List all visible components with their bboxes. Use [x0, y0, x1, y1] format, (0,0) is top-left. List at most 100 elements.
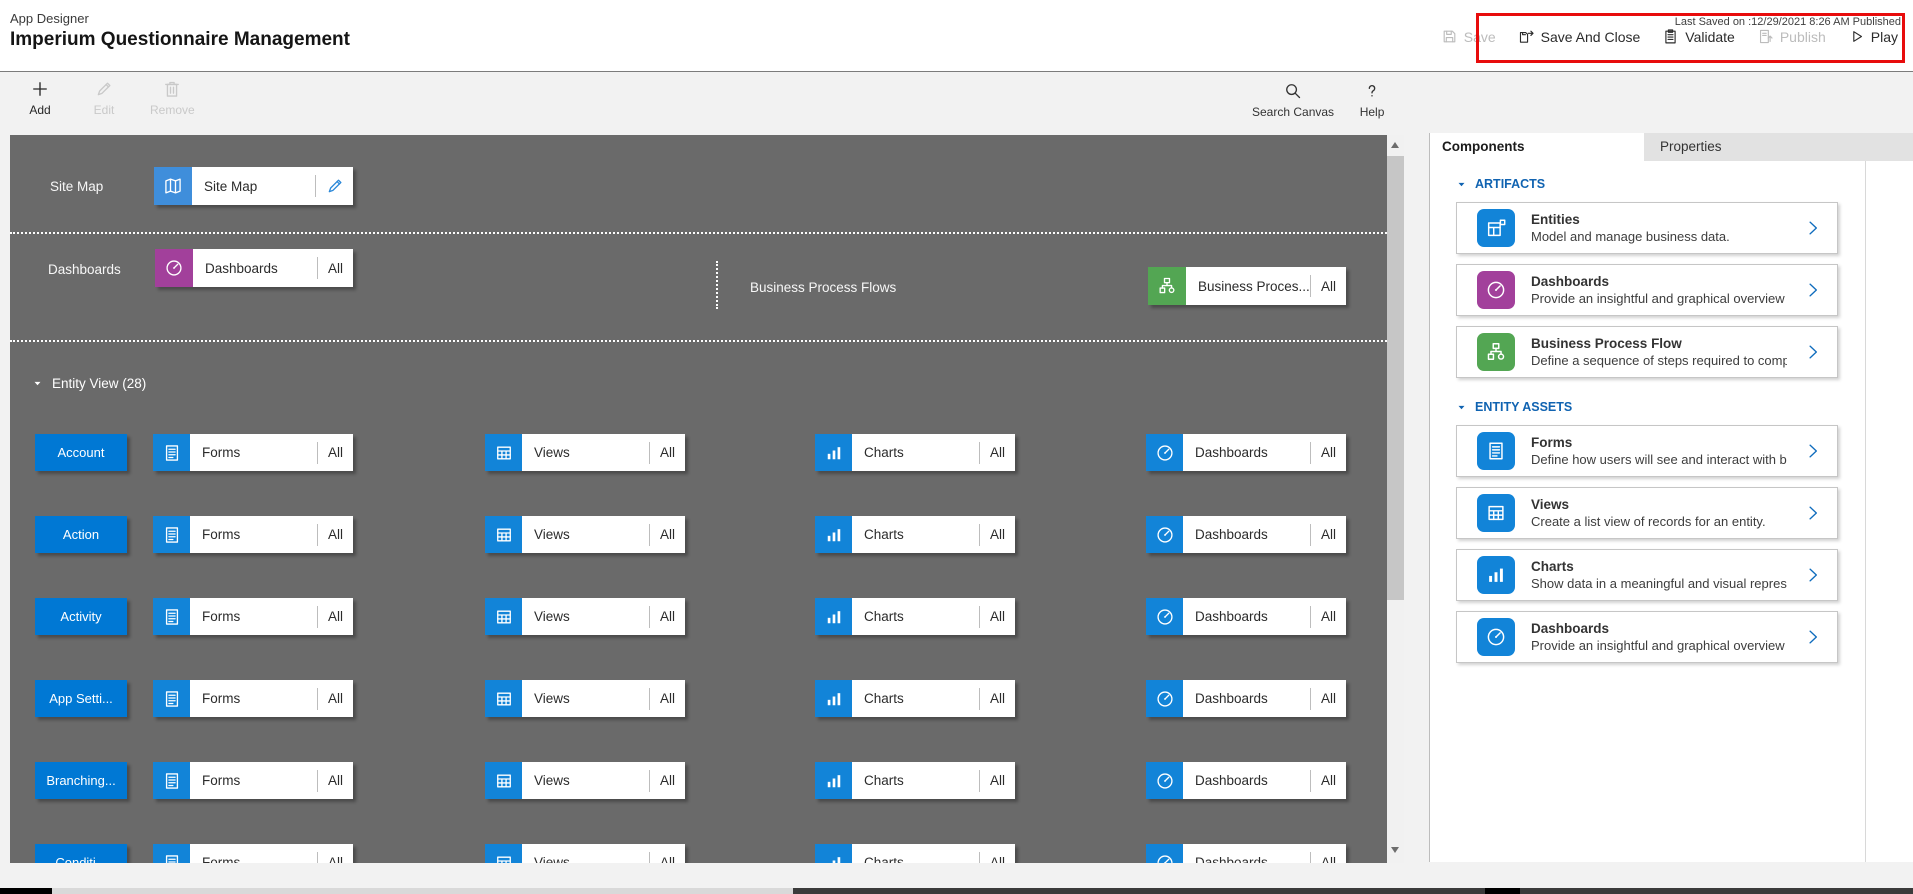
tile-charts[interactable]: Charts All [815, 762, 1015, 799]
tile-all-button[interactable]: All [650, 527, 685, 542]
tile-views[interactable]: Views All [485, 434, 685, 471]
dashboards-all-button[interactable]: All [318, 261, 353, 276]
section-title: ENTITY ASSETS [1475, 400, 1572, 414]
tile-dashboards[interactable]: Dashboards All [1146, 434, 1346, 471]
scroll-down-arrow[interactable] [1391, 847, 1399, 853]
panel-scrollbar[interactable] [1865, 161, 1866, 862]
tile-views[interactable]: Views All [485, 762, 685, 799]
tile-forms[interactable]: Forms All [153, 516, 353, 553]
entity-view-header[interactable]: Entity View (28) [32, 376, 146, 391]
entity-button-account[interactable]: Account [35, 434, 127, 471]
table-grid-icon [485, 434, 522, 471]
dashboards-tile[interactable]: Dashboards All [155, 249, 353, 287]
tile-all-button[interactable]: All [650, 609, 685, 624]
card-description: Create a list view of records for an ent… [1531, 514, 1766, 529]
tile-dashboards[interactable]: Dashboards All [1146, 598, 1346, 635]
entity-row: Account Forms All Views All Charts All D… [10, 434, 1387, 471]
help-button[interactable]: Help [1354, 81, 1390, 119]
tile-charts[interactable]: Charts All [815, 680, 1015, 717]
tile-all-button[interactable]: All [980, 855, 1015, 863]
tile-all-button[interactable]: All [318, 609, 353, 624]
tile-all-button[interactable]: All [1311, 855, 1346, 863]
tile-charts[interactable]: Charts All [815, 598, 1015, 635]
tile-dashboards[interactable]: Dashboards All [1146, 680, 1346, 717]
bpf-all-button[interactable]: All [1311, 279, 1346, 294]
pencil-icon [325, 176, 345, 196]
site-map-tile[interactable]: Site Map [154, 167, 353, 205]
tile-views[interactable]: Views All [485, 516, 685, 553]
tile-all-button[interactable]: All [318, 691, 353, 706]
edit-site-map-button[interactable] [316, 167, 353, 205]
tile-all-button[interactable]: All [1311, 691, 1346, 706]
tile-forms[interactable]: Forms All [153, 844, 353, 863]
chevron-right-icon [1803, 342, 1823, 362]
component-card-views[interactable]: Views Create a list view of records for … [1456, 487, 1838, 539]
tile-all-button[interactable]: All [318, 773, 353, 788]
tile-label: Forms [190, 691, 317, 706]
tile-all-button[interactable]: All [650, 773, 685, 788]
tab-properties[interactable]: Properties [1644, 133, 1913, 161]
tile-dashboards[interactable]: Dashboards All [1146, 844, 1346, 863]
tile-all-button[interactable]: All [650, 691, 685, 706]
tab-components[interactable]: Components [1430, 133, 1644, 161]
component-card-entities[interactable]: Entities Model and manage business data. [1456, 202, 1838, 254]
component-card-forms[interactable]: Forms Define how users will see and inte… [1456, 425, 1838, 477]
section-header-artifacts[interactable]: ARTIFACTS [1456, 177, 1913, 191]
tile-all-button[interactable]: All [650, 855, 685, 863]
section-header-entity-assets[interactable]: ENTITY ASSETS [1456, 400, 1913, 414]
tile-label: Dashboards [1183, 445, 1310, 460]
tile-forms[interactable]: Forms All [153, 680, 353, 717]
tile-views[interactable]: Views All [485, 598, 685, 635]
save-and-close-button[interactable]: Save And Close [1518, 28, 1641, 45]
tile-all-button[interactable]: All [980, 445, 1015, 460]
form-icon [153, 680, 190, 717]
tile-charts[interactable]: Charts All [815, 844, 1015, 863]
component-card-dashboards-assets[interactable]: Dashboards Provide an insightful and gra… [1456, 611, 1838, 663]
entity-button-action[interactable]: Action [35, 516, 127, 553]
entity-button-activity[interactable]: Activity [35, 598, 127, 635]
component-card-dashboards[interactable]: Dashboards Provide an insightful and gra… [1456, 264, 1838, 316]
tile-label: Dashboards [1183, 773, 1310, 788]
dashboard-gauge-icon [1146, 598, 1183, 635]
tile-all-button[interactable]: All [980, 691, 1015, 706]
tile-all-button[interactable]: All [650, 445, 685, 460]
tile-all-button[interactable]: All [1311, 609, 1346, 624]
add-button[interactable]: Add [22, 79, 58, 117]
tile-dashboards[interactable]: Dashboards All [1146, 762, 1346, 799]
tile-forms[interactable]: Forms All [153, 762, 353, 799]
tile-forms[interactable]: Forms All [153, 598, 353, 635]
tile-all-button[interactable]: All [1311, 445, 1346, 460]
tile-all-button[interactable]: All [980, 527, 1015, 542]
tile-charts[interactable]: Charts All [815, 516, 1015, 553]
tile-all-button[interactable]: All [1311, 527, 1346, 542]
scroll-up-arrow[interactable] [1391, 142, 1399, 148]
entity-button-app-setti-[interactable]: App Setti... [35, 680, 127, 717]
tile-dashboards[interactable]: Dashboards All [1146, 516, 1346, 553]
play-button[interactable]: Play [1848, 28, 1898, 45]
bottom-scrollbar-track[interactable] [0, 888, 1913, 894]
validate-icon [1662, 28, 1679, 45]
tile-charts[interactable]: Charts All [815, 434, 1015, 471]
component-card-charts[interactable]: Charts Show data in a meaningful and vis… [1456, 549, 1838, 601]
entity-button-branching-[interactable]: Branching... [35, 762, 127, 799]
search-canvas-button[interactable]: Search Canvas [1252, 81, 1334, 119]
command-bar: Save Save And Close Validate Publish Pla… [1441, 28, 1898, 45]
tile-all-button[interactable]: All [980, 773, 1015, 788]
canvas-scrollbar[interactable] [1387, 135, 1404, 863]
tile-views[interactable]: Views All [485, 680, 685, 717]
tile-all-button[interactable]: All [1311, 773, 1346, 788]
entity-button-conditi-[interactable]: Conditi... [35, 844, 127, 863]
tile-forms[interactable]: Forms All [153, 434, 353, 471]
tile-all-button[interactable]: All [318, 445, 353, 460]
tile-all-button[interactable]: All [980, 609, 1015, 624]
validate-button[interactable]: Validate [1662, 28, 1735, 45]
tile-all-button[interactable]: All [318, 527, 353, 542]
tile-all-button[interactable]: All [318, 855, 353, 863]
bottom-scrollbar-thumb[interactable] [52, 888, 793, 894]
business-process-flow-tile[interactable]: Business Proces... All [1148, 267, 1346, 305]
scrollbar-thumb[interactable] [1387, 156, 1404, 600]
component-card-business-process-flow[interactable]: Business Process Flow Define a sequence … [1456, 326, 1838, 378]
publish-icon [1757, 28, 1774, 45]
edit-button: Edit [86, 79, 122, 117]
tile-views[interactable]: Views All [485, 844, 685, 863]
